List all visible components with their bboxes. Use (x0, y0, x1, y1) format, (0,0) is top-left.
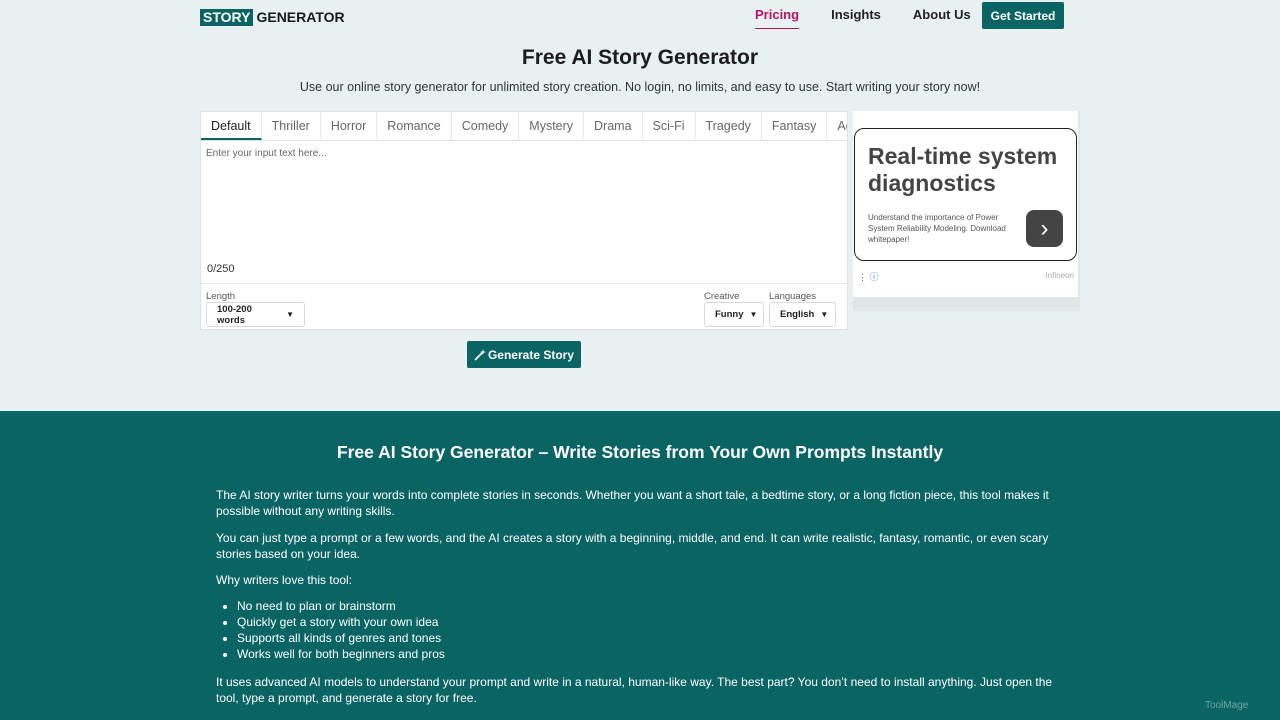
char-counter: 0/250 (207, 263, 235, 275)
list-item: No need to plan or brainstorm (237, 598, 445, 614)
length-value: 100-200 words (217, 303, 252, 326)
tab-adventure[interactable]: Adventu (827, 112, 847, 140)
tab-romance[interactable]: Romance (377, 112, 452, 140)
magic-wand-icon (474, 348, 486, 361)
tab-mystery[interactable]: Mystery (519, 112, 585, 140)
list-item: Works well for both beginners and pros (237, 646, 445, 662)
nav-pricing[interactable]: Pricing (755, 7, 800, 29)
logo[interactable]: STORY GENERATOR (200, 9, 345, 26)
tab-drama[interactable]: Drama (584, 112, 643, 140)
get-started-button[interactable]: Get Started (982, 2, 1064, 29)
main-nav: Pricing Insights About Us (755, 7, 1003, 29)
tab-fantasy[interactable]: Fantasy (762, 112, 828, 140)
languages-select[interactable]: English ▼ (769, 302, 836, 327)
ad-headline: Real-time system diagnostics (868, 143, 1058, 196)
story-editor: Default Thriller Horror Romance Comedy M… (200, 111, 848, 330)
seo-content-section: Free AI Story Generator – Write Stories … (0, 411, 1280, 720)
paragraph-why: Why writers love this tool: (216, 573, 353, 587)
creative-label: Creative (704, 291, 740, 302)
caret-down-icon: ▼ (749, 310, 758, 319)
caret-down-icon: ▼ (820, 310, 829, 319)
tab-tragedy[interactable]: Tragedy (696, 112, 762, 140)
chevron-right-icon[interactable]: › (1026, 210, 1063, 247)
generate-story-label: Generate Story (487, 347, 575, 362)
tab-thriller[interactable]: Thriller (262, 112, 321, 140)
tab-sci-fi[interactable]: Sci-Fi (643, 112, 696, 140)
nav-about-us[interactable]: About Us (913, 7, 971, 29)
generate-story-button[interactable]: Generate Story (467, 341, 581, 368)
genre-tabs: Default Thriller Horror Romance Comedy M… (201, 112, 847, 141)
watermark: ToolMage (1205, 700, 1249, 711)
site-header: STORY GENERATOR Pricing Insights About U… (0, 0, 1280, 34)
caret-down-icon: ▼ (286, 310, 294, 319)
paragraph-prompt: You can just type a prompt or a few word… (216, 531, 1049, 561)
list-item: Supports all kinds of genres and tones (237, 630, 445, 646)
ad-body: Understand the importance of Power Syste… (868, 213, 1006, 244)
section-heading: Free AI Story Generator – Write Stories … (336, 442, 944, 462)
length-select[interactable]: 100-200 words ▼ (206, 302, 305, 327)
ad-brand: Infineon (1045, 271, 1074, 280)
ad-card[interactable]: Real-time system diagnostics Understand … (854, 128, 1077, 261)
creative-value: Funny (715, 309, 744, 320)
tab-horror[interactable]: Horror (321, 112, 378, 140)
languages-value: English (780, 309, 815, 320)
paragraph-intro: The AI story writer turns your words int… (216, 488, 1049, 518)
story-options: Length 100-200 words ▼ Creative Funny ▼ … (201, 283, 847, 330)
page-title: Free AI Story Generator (521, 46, 759, 69)
benefits-list: No need to plan or brainstorm Quickly ge… (237, 598, 445, 662)
logo-mark: STORY (200, 9, 254, 26)
ad-banner[interactable]: Real-time system diagnostics Understand … (853, 111, 1080, 311)
length-label: Length (206, 291, 236, 302)
ad-info-icon[interactable]: ⋮ ⓘ (858, 270, 879, 283)
tab-default[interactable]: Default (201, 112, 262, 140)
paragraph-models: It uses advanced AI models to understand… (216, 675, 1053, 705)
list-item: Quickly get a story with your own idea (237, 614, 445, 630)
ad-content: Real-time system diagnostics Understand … (853, 111, 1078, 297)
logo-text: GENERATOR (256, 9, 345, 25)
languages-label: Languages (769, 291, 817, 302)
creative-select[interactable]: Funny ▼ (704, 302, 764, 327)
prompt-input[interactable]: Enter your input text here... (201, 142, 847, 272)
tab-comedy[interactable]: Comedy (452, 112, 520, 140)
nav-insights[interactable]: Insights (831, 7, 881, 29)
page-subtitle: Use our online story generator for unlim… (299, 80, 981, 94)
